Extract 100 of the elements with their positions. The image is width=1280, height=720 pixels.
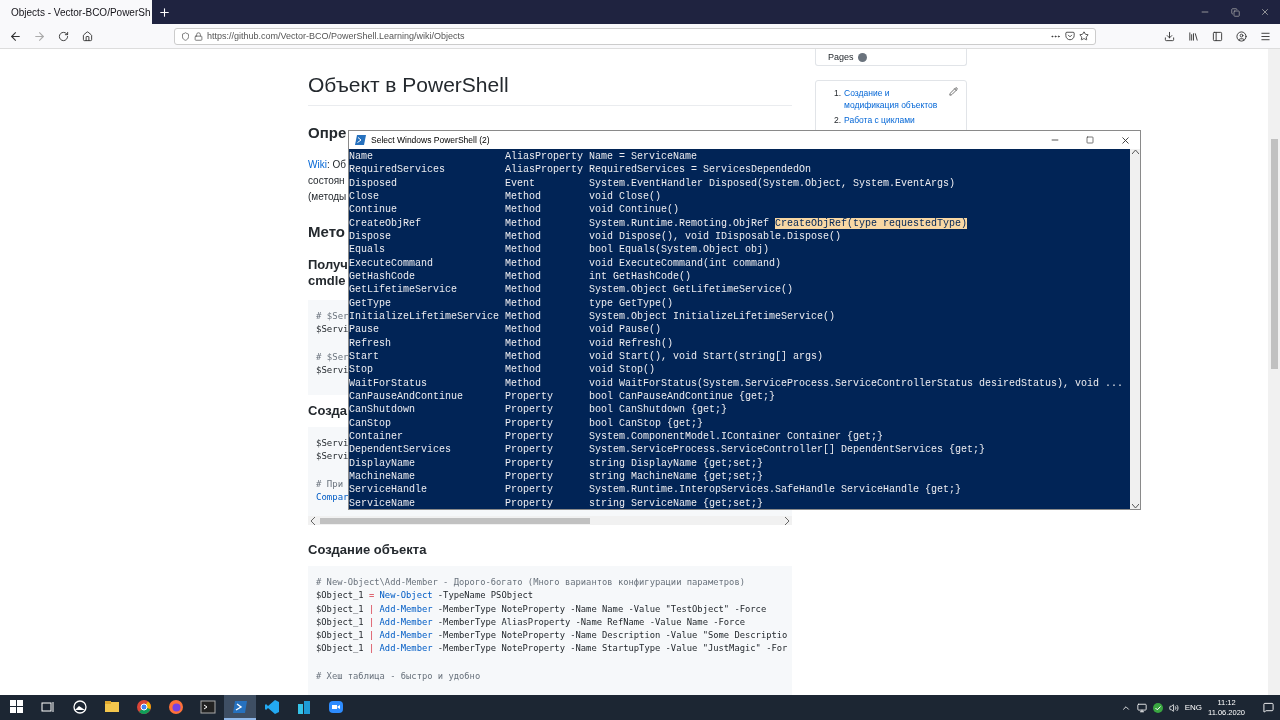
window-title: Select Windows PowerShell (2) bbox=[371, 135, 491, 145]
member-definition: RequiredServices = ServicesDependedOn bbox=[589, 163, 813, 177]
folder-icon[interactable] bbox=[104, 698, 120, 715]
member-definition: System.Runtime.InteropServices.SafeHandle ServiceHandle {get;} bbox=[589, 483, 963, 497]
code-line: $Servi bbox=[316, 438, 349, 449]
member-type: Method bbox=[505, 336, 542, 350]
member-definition: string ServiceName {get;set;} bbox=[589, 496, 765, 509]
horizontal-scrollbar[interactable] bbox=[308, 516, 792, 525]
toc-link[interactable]: Создание и модификация объектов bbox=[844, 87, 945, 111]
list-number: 1. bbox=[834, 87, 842, 100]
buildings-icon[interactable] bbox=[296, 698, 312, 715]
member-name: GetType bbox=[349, 296, 392, 310]
member-definition: type GetType() bbox=[589, 296, 674, 310]
member-definition: void Start(), void Start(string[] args) bbox=[589, 349, 825, 364]
vertical-scrollbar[interactable] bbox=[1268, 49, 1280, 695]
edit-icon[interactable] bbox=[949, 87, 958, 96]
scroll-down-icon[interactable] bbox=[1131, 504, 1139, 509]
code-editor-icon[interactable] bbox=[264, 698, 280, 715]
member-type: AliasProperty bbox=[505, 163, 584, 177]
paragraph-text: состоян bbox=[308, 174, 345, 188]
member-definition: Name = ServiceName bbox=[589, 150, 699, 164]
browser-tab[interactable]: Objects - Vector-BCO/PowerSh bbox=[0, 0, 152, 24]
member-definition: void Stop() bbox=[589, 363, 656, 377]
code-line: # Хеш таблица - быстро и удобно bbox=[316, 669, 481, 683]
member-type: Method bbox=[505, 256, 542, 270]
wiki-link[interactable]: Wiki bbox=[308, 159, 327, 170]
member-definition: System.EventHandler Disposed(System.Object, System.EventArgs) bbox=[589, 176, 957, 190]
member-type: Method bbox=[505, 229, 542, 244]
shield-check-icon[interactable] bbox=[1152, 702, 1163, 713]
code-line: # $Ser bbox=[316, 310, 349, 323]
powershell-icon[interactable] bbox=[232, 698, 248, 715]
member-definition: bool CanShutdown {get;} bbox=[589, 403, 729, 417]
member-type: Method bbox=[505, 283, 542, 297]
network-icon[interactable] bbox=[1136, 702, 1147, 713]
member-name: GetLifetimeService bbox=[349, 283, 459, 297]
member-type: Method bbox=[505, 216, 542, 230]
member-definition: void Dispose(), void IDisposable.Dispose() bbox=[589, 229, 843, 244]
paragraph-text: Wiki: Об bbox=[308, 158, 346, 172]
member-type: Method bbox=[505, 323, 542, 337]
member-type: AliasProperty bbox=[505, 150, 584, 164]
member-definition: void ExecuteCommand(int command) bbox=[589, 256, 783, 270]
subsection-heading: cmdle bbox=[308, 273, 346, 289]
member-type: Property bbox=[505, 443, 554, 457]
pages-label[interactable]: Pages bbox=[828, 52, 854, 62]
member-type: Property bbox=[505, 456, 554, 470]
subsection-heading: Созда bbox=[308, 403, 348, 420]
paragraph-text: (методы bbox=[308, 190, 347, 204]
member-name: MachineName bbox=[349, 469, 416, 484]
member-definition: string DisplayName {get;set;} bbox=[589, 456, 765, 470]
code-line: $Object_1 | Add-Member -MemberType NoteProperty -Name Description -Value "Some Descriptio bbox=[316, 629, 788, 643]
address-bar[interactable]: https://github.com/Vector-BCO/PowerShell.Learning/wiki/Objects bbox=[174, 27, 1096, 45]
scroll-right-icon[interactable] bbox=[784, 516, 790, 525]
member-type: Method bbox=[505, 349, 542, 364]
member-name: RequiredServices bbox=[349, 163, 446, 177]
code-line: $Object_1 | Add-Member -MemberType NoteProperty -Name Name -Value "TestObject" -Force bbox=[316, 602, 767, 616]
member-name: ServiceHandle bbox=[349, 483, 428, 496]
terminal-icon[interactable] bbox=[200, 698, 216, 715]
member-name: DependentServices bbox=[349, 444, 453, 456]
section-heading: Мето bbox=[308, 223, 345, 241]
member-name: Continue bbox=[349, 203, 398, 217]
member-type: Method bbox=[505, 376, 542, 390]
member-name: CanPauseAndContinue bbox=[349, 389, 465, 404]
member-type: Property bbox=[505, 416, 554, 430]
scroll-up-icon[interactable] bbox=[1131, 149, 1139, 154]
language-indicator[interactable]: ENG bbox=[1184, 703, 1202, 712]
member-name: Stop bbox=[349, 363, 374, 377]
page-title: Объект в PowerShell bbox=[308, 71, 792, 106]
member-type: Method bbox=[505, 296, 542, 310]
member-definition: void WaitForStatus(System.ServiceProcess.ServiceControllerStatus desiredStatus), void ... bbox=[589, 376, 1125, 390]
member-name: CanStop bbox=[349, 416, 392, 430]
member-type: Property bbox=[505, 429, 554, 444]
member-name: WaitForStatus bbox=[349, 376, 428, 390]
list-number: 2. bbox=[834, 114, 842, 126]
scroll-left-icon[interactable] bbox=[310, 516, 316, 525]
member-type: Method bbox=[505, 203, 542, 217]
member-type: Property bbox=[505, 469, 554, 484]
member-definition: void Close() bbox=[589, 190, 662, 204]
notifications-icon[interactable] bbox=[1263, 702, 1274, 713]
subsection-heading: Получ bbox=[308, 257, 348, 273]
member-name: CanShutdown bbox=[349, 403, 416, 417]
console-scrollbar[interactable] bbox=[1130, 149, 1140, 509]
toc-link[interactable]: Работа с циклами bbox=[844, 114, 915, 126]
member-name: Equals bbox=[349, 243, 386, 257]
browser-icon[interactable] bbox=[136, 698, 152, 715]
video-camera-icon[interactable] bbox=[328, 698, 344, 715]
code-line: $Object_1 = New-Object -TypeName PSObject bbox=[316, 589, 534, 603]
member-type: Method bbox=[505, 243, 542, 257]
plus-icon[interactable] bbox=[157, 5, 171, 19]
section-heading: Опре bbox=[308, 124, 347, 142]
code-line: # При bbox=[316, 477, 344, 491]
member-name: Disposed bbox=[349, 176, 398, 190]
code-line: $Servi bbox=[316, 451, 349, 462]
member-type: Property bbox=[505, 403, 554, 417]
member-name: Refresh bbox=[349, 336, 392, 350]
member-definition: System.ServiceProcess.ServiceController[] DependentServices {get;} bbox=[589, 443, 987, 457]
member-name: Container bbox=[349, 429, 404, 442]
code-line: $Servi bbox=[316, 363, 349, 377]
volume-icon[interactable] bbox=[1168, 702, 1179, 713]
member-definition: System.Runtime.Remoting.ObjRef CreateObjRef(type requestedType) bbox=[589, 216, 969, 230]
member-definition: bool CanStop {get;} bbox=[589, 416, 705, 430]
